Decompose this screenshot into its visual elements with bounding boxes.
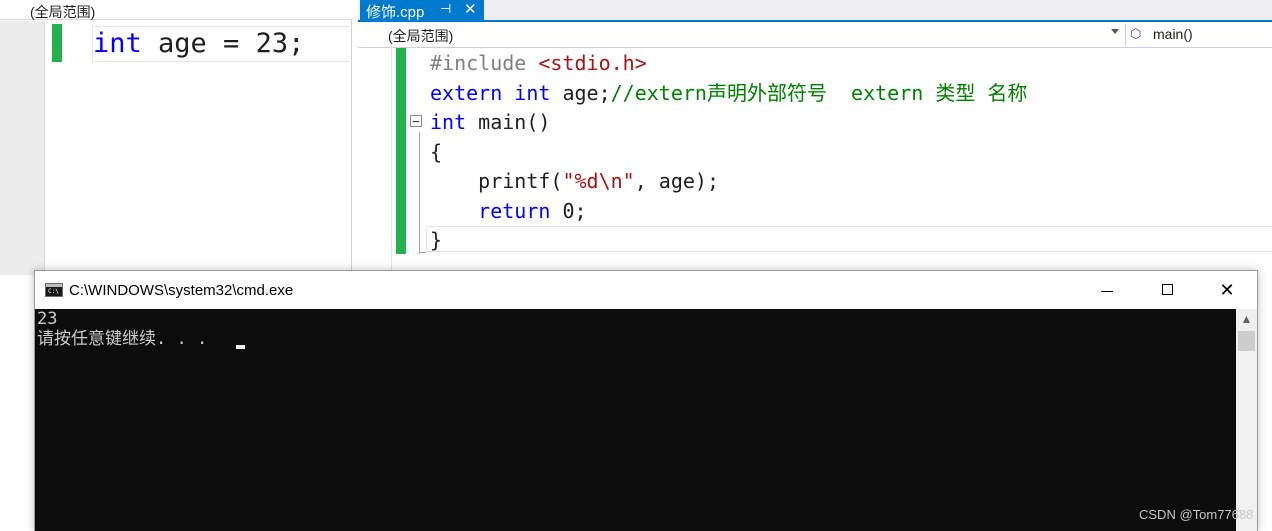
minimize-icon (1101, 291, 1113, 292)
minus-icon (413, 121, 419, 122)
member-dropdown[interactable]: ⬡ main() (1127, 24, 1272, 46)
cube-icon: ⬡ (1130, 26, 1142, 41)
tab-title: 修饰.cpp (366, 4, 425, 21)
scroll-up-arrow-icon[interactable]: ▲ (1236, 309, 1257, 329)
code-line-7: } (430, 228, 443, 252)
collapse-icon[interactable] (410, 115, 422, 127)
left-navigation-bar: (全局范围) (0, 0, 352, 20)
maximize-icon (1162, 284, 1173, 295)
watermark: CSDN @Tom77688 (1139, 507, 1254, 522)
console-scrollbar[interactable]: ▲ (1236, 309, 1257, 531)
maximize-button[interactable] (1137, 271, 1197, 309)
editor-margin (358, 48, 392, 275)
outline-guide-end (419, 252, 426, 253)
console-icon-bar (46, 284, 62, 287)
code-line-2: extern int age;//extern声明外部符号 extern 类型 … (430, 80, 1028, 105)
code-line-4: { (430, 139, 443, 164)
code-line-1: #include <stdio.h> (430, 51, 647, 75)
close-button[interactable]: ✕ (1197, 271, 1257, 309)
pin-icon[interactable]: ⊣ (440, 1, 451, 17)
left-code-keyword: int (93, 28, 142, 59)
close-icon[interactable]: ✕ (464, 0, 477, 18)
left-scope-dropdown[interactable]: (全局范围) (30, 2, 95, 22)
minimize-button[interactable] (1077, 271, 1137, 309)
console-text: 23 请按任意键继续. . . (37, 309, 217, 349)
left-change-indicator (52, 24, 62, 62)
scope-dropdown-label: (全局范围) (388, 28, 454, 44)
console-line-2: 请按任意键继续. . . (37, 329, 218, 349)
code-line-3: int main() (430, 110, 551, 134)
console-icon: C:\ (45, 283, 63, 297)
left-code-rest: age = 23; (141, 28, 305, 59)
chevron-down-icon (1111, 29, 1119, 34)
console-window: C:\ C:\WINDOWS\system32\cmd.exe ✕ 23 请按任意… (34, 270, 1258, 531)
console-title: C:\WINDOWS\system32\cmd.exe (69, 282, 294, 299)
scope-dropdown[interactable]: (全局范围) (368, 24, 1126, 46)
left-code-line[interactable]: int age = 23; (92, 26, 352, 62)
outline-guide (419, 132, 420, 254)
code-line-6: return 0; (478, 198, 587, 223)
tab-file[interactable]: 修饰.cpp ⊣ ✕ (360, 0, 484, 21)
console-line-1: 23 (37, 309, 58, 329)
scroll-thumb[interactable] (1238, 331, 1255, 351)
console-icon-label: C:\ (48, 288, 59, 295)
document-tab-bar (358, 0, 1272, 20)
code-editor[interactable]: #include <stdio.h> extern int age;//exter… (430, 49, 1027, 256)
console-output[interactable]: 23 请按任意键继续. . . (35, 309, 1236, 531)
console-cursor (236, 345, 245, 349)
change-indicator (396, 48, 406, 254)
left-line-gutter (0, 21, 45, 275)
close-window-icon: ✕ (1219, 280, 1235, 300)
member-dropdown-label: main() (1153, 26, 1193, 42)
code-line-5: printf("%d\n", age); (430, 169, 719, 193)
console-title-bar[interactable]: C:\ C:\WINDOWS\system32\cmd.exe ✕ (35, 271, 1257, 309)
